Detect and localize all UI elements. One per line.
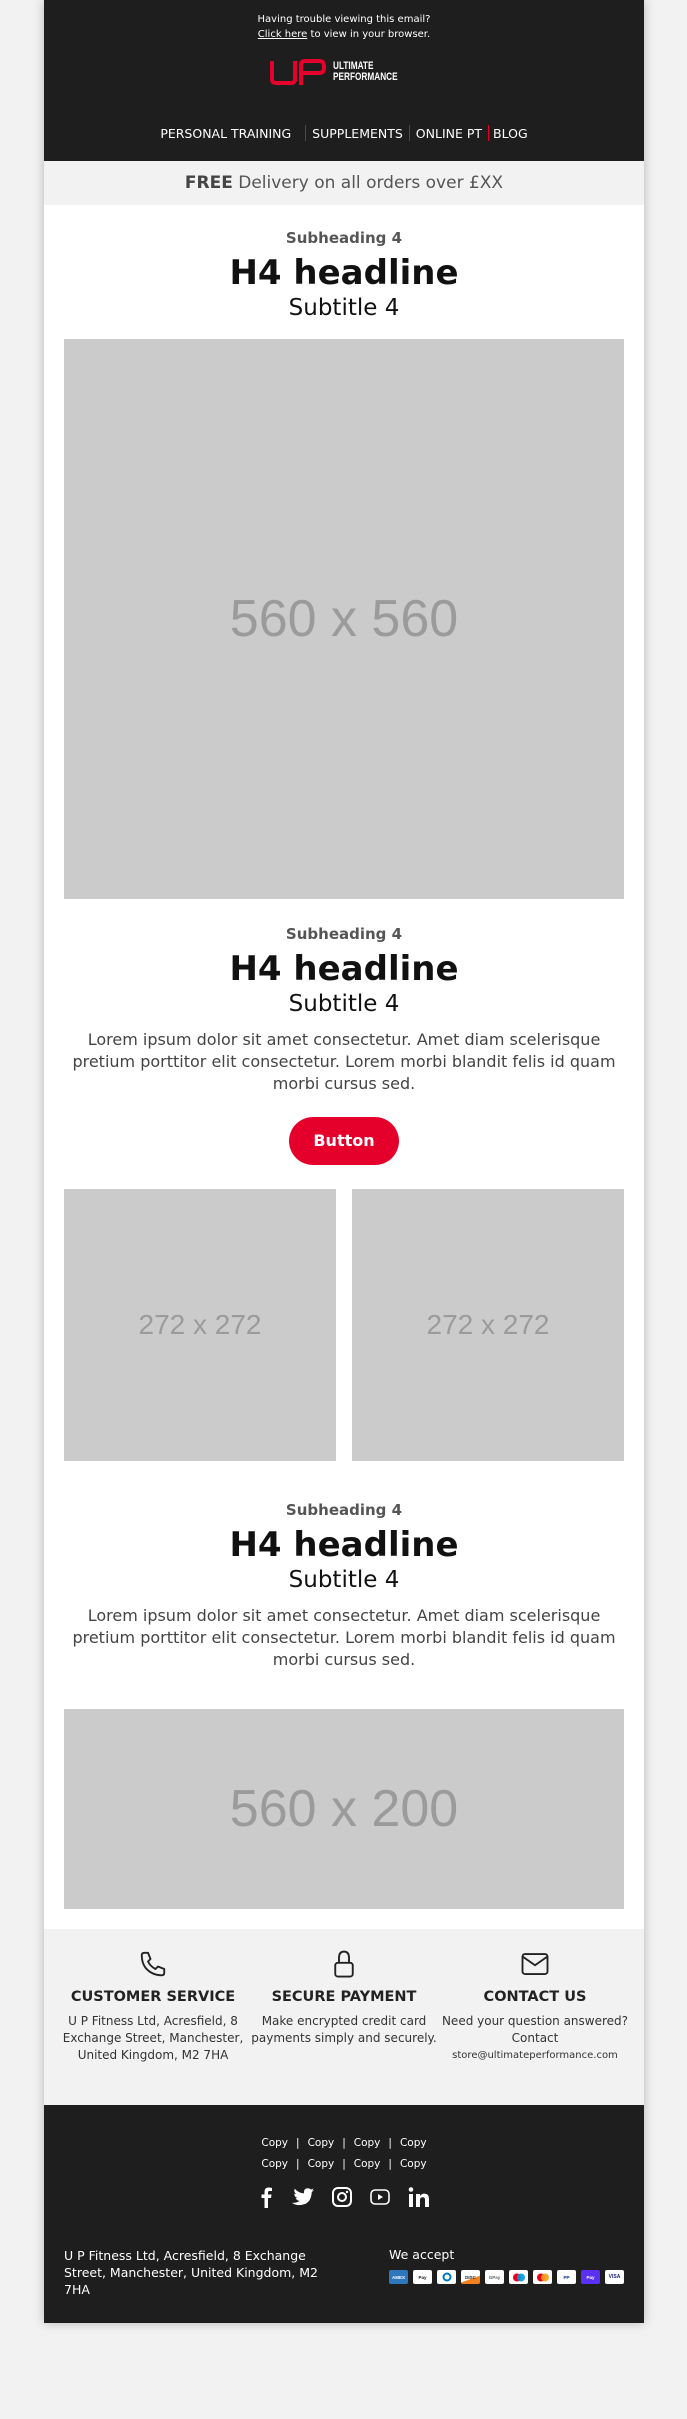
subtitle: Subtitle 4 bbox=[288, 295, 400, 321]
visa-icon: VISA bbox=[605, 2270, 624, 2284]
discover-icon: DISC bbox=[461, 2270, 480, 2284]
email-container: Having trouble viewing this email? Click… bbox=[44, 0, 644, 2323]
email-header: Having trouble viewing this email? Click… bbox=[44, 0, 644, 161]
logo-wordmark: ULTIMATE PERFORMANCE bbox=[332, 60, 398, 83]
info-title: SECURE PAYMENT bbox=[271, 1989, 417, 2005]
amex-icon: AMEX bbox=[389, 2270, 408, 2284]
content-section-3: Subheading 4 H4 headline Subtitle 4 Lore… bbox=[44, 1461, 644, 1929]
view-browser-text: to view in your browser. bbox=[307, 29, 431, 40]
subheading: Subheading 4 bbox=[285, 925, 403, 943]
nav-supplements[interactable]: SUPPLEMENTS bbox=[306, 126, 409, 141]
nav-online-pt[interactable]: ONLINE PT bbox=[410, 126, 488, 141]
trouble-notice: Having trouble viewing this email? Click… bbox=[44, 0, 644, 42]
subheading: Subheading 4 bbox=[285, 1501, 403, 1519]
maestro-icon bbox=[509, 2270, 528, 2284]
subheading: Subheading 4 bbox=[285, 229, 403, 247]
content-section-1: Subheading 4 H4 headline Subtitle 4 560 … bbox=[44, 205, 644, 899]
mail-icon bbox=[440, 1949, 630, 1979]
email-footer: Copy | Copy | Copy | Copy Copy | Copy | Copy |… bbox=[44, 2105, 644, 2323]
body-text: Lorem ipsum dolor sit amet consectetur. … bbox=[72, 1606, 616, 1669]
mastercard-icon bbox=[533, 2270, 552, 2284]
image-placeholder: 272 x 272 bbox=[352, 1189, 624, 1461]
brand-logo[interactable]: ULTIMATE PERFORMANCE bbox=[44, 57, 644, 87]
paypal-icon: PP bbox=[557, 2270, 576, 2284]
apple-pay-icon: Pay bbox=[413, 2270, 432, 2284]
footer-address: U P Fitness Ltd, Acresfield, 8 Exchange … bbox=[64, 2248, 318, 2297]
phone-icon bbox=[58, 1949, 248, 1979]
footer-link[interactable]: Copy bbox=[308, 2137, 335, 2149]
contact-email-link[interactable]: store@ultimateperformance.com bbox=[452, 2050, 618, 2061]
headline: H4 headline bbox=[229, 253, 459, 293]
up-logo-mark-icon bbox=[269, 59, 326, 85]
promo-banner: FREE Delivery on all orders over £XX bbox=[44, 161, 644, 205]
nav-personal-training[interactable]: PERSONAL TRAINING bbox=[154, 126, 305, 141]
facebook-icon[interactable] bbox=[258, 2186, 274, 2212]
customer-service-block: CUSTOMER SERVICE U P Fitness Ltd, Acresf… bbox=[58, 1929, 248, 2105]
image-placeholder: 272 x 272 bbox=[64, 1189, 336, 1461]
instagram-icon[interactable] bbox=[332, 2187, 352, 2211]
image-pair: 272 x 272 272 x 272 bbox=[64, 1189, 624, 1461]
banner-image-placeholder: 560 x 200 bbox=[64, 1709, 624, 1909]
content-section-2: Subheading 4 H4 headline Subtitle 4 Lore… bbox=[44, 899, 644, 1461]
headline: H4 headline bbox=[229, 1525, 459, 1565]
lock-icon bbox=[249, 1949, 439, 1979]
info-text: Need your question answered? Contact bbox=[441, 2014, 629, 2045]
info-title: CUSTOMER SERVICE bbox=[70, 1989, 236, 2005]
info-title: CONTACT US bbox=[483, 1989, 587, 2005]
footer-link[interactable]: Copy bbox=[400, 2158, 427, 2170]
footer-bottom: U P Fitness Ltd, Acresfield, 8 Exchange … bbox=[64, 2247, 624, 2298]
info-strip: CUSTOMER SERVICE U P Fitness Ltd, Acresf… bbox=[44, 1929, 644, 2105]
info-text: U P Fitness Ltd, Acresfield, 8 Exchange … bbox=[62, 2014, 244, 2062]
hero-image-placeholder: 560 x 560 bbox=[64, 339, 624, 899]
secure-payment-block: SECURE PAYMENT Make encrypted credit car… bbox=[249, 1929, 439, 2105]
info-text: Make encrypted credit card payments simp… bbox=[251, 2014, 437, 2045]
trouble-line: Having trouble viewing this email? bbox=[257, 14, 431, 25]
footer-link[interactable]: Copy bbox=[354, 2137, 381, 2149]
diners-icon bbox=[437, 2270, 456, 2284]
footer-links-row-2: Copy | Copy | Copy | Copy bbox=[261, 2158, 427, 2170]
footer-link[interactable]: Copy bbox=[261, 2137, 288, 2149]
footer-link[interactable]: Copy bbox=[261, 2158, 288, 2170]
footer-link[interactable]: Copy bbox=[400, 2137, 427, 2149]
nav-blog[interactable]: BLOG bbox=[489, 126, 534, 141]
social-links bbox=[44, 2184, 644, 2214]
google-pay-icon: GPay bbox=[485, 2270, 504, 2284]
body-text: Lorem ipsum dolor sit amet consectetur. … bbox=[72, 1030, 616, 1093]
we-accept-label: We accept bbox=[389, 2247, 455, 2262]
payment-card-list: AMEX Pay DISC GPay PP Pay VISA bbox=[389, 2270, 624, 2284]
view-in-browser-link[interactable]: Click here bbox=[258, 29, 308, 40]
youtube-icon[interactable] bbox=[370, 2189, 390, 2209]
shop-pay-icon: Pay bbox=[581, 2270, 600, 2284]
subtitle: Subtitle 4 bbox=[288, 1567, 400, 1593]
main-nav: PERSONAL TRAINING SUPPLEMENTS ONLINE PT … bbox=[44, 125, 644, 141]
linkedin-icon[interactable] bbox=[408, 2186, 430, 2212]
headline: H4 headline bbox=[229, 949, 459, 989]
footer-links-row-1: Copy | Copy | Copy | Copy bbox=[261, 2137, 427, 2149]
footer-link[interactable]: Copy bbox=[354, 2158, 381, 2170]
twitter-icon[interactable] bbox=[292, 2187, 314, 2211]
contact-us-block: CONTACT US Need your question answered? … bbox=[440, 1929, 630, 2105]
payment-methods: We accept AMEX Pay DISC GPay PP Pay VISA bbox=[389, 2247, 624, 2298]
cta-button[interactable]: Button bbox=[289, 1117, 399, 1165]
footer-link[interactable]: Copy bbox=[308, 2158, 335, 2170]
subtitle: Subtitle 4 bbox=[288, 991, 400, 1017]
